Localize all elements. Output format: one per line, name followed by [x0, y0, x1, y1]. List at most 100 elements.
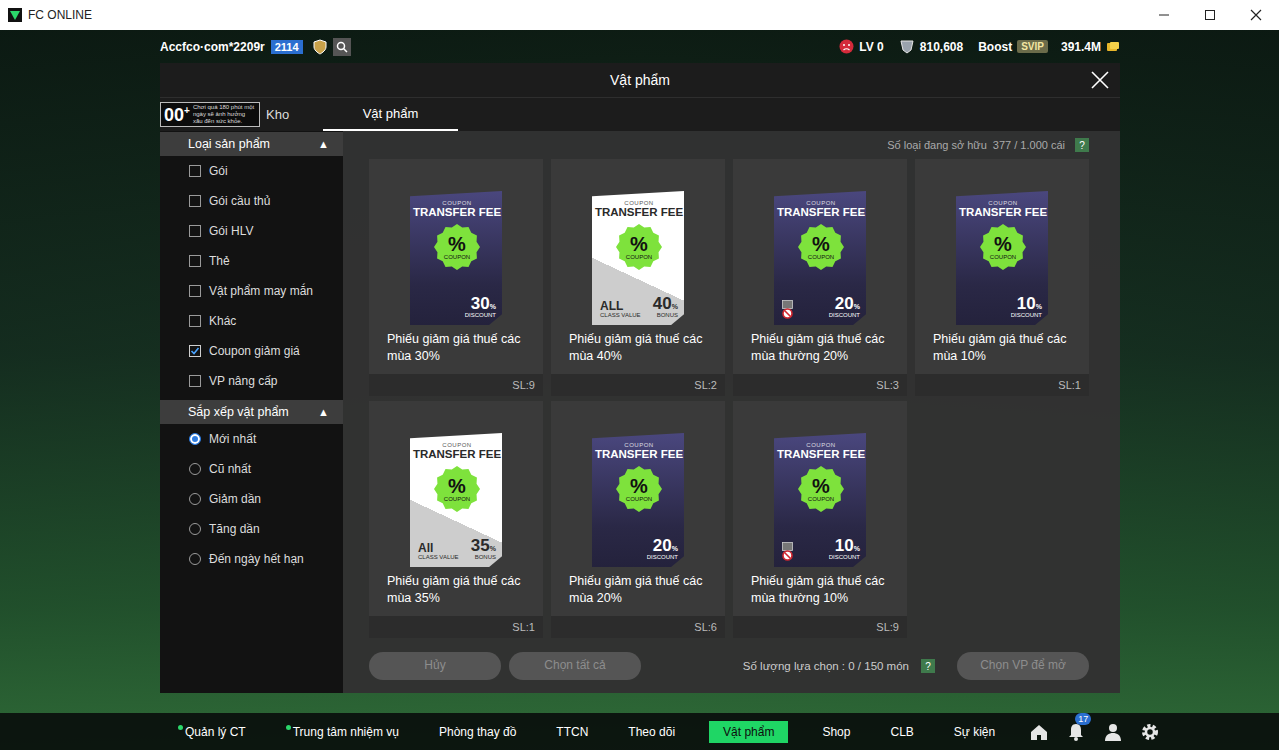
checkbox[interactable]: [189, 195, 201, 207]
coupon-card: COUPONTRANSFER FEE%COUPON10%DISCOUNT: [774, 433, 866, 567]
help-button[interactable]: ?: [921, 659, 935, 673]
checkbox[interactable]: [189, 255, 201, 267]
section-header[interactable]: Loại sản phẩm▲: [160, 132, 343, 156]
item-quantity: SL:9: [369, 374, 543, 396]
minimize-button[interactable]: [1141, 0, 1187, 30]
item-card[interactable]: COUPONTRANSFER FEE%COUPON10%DISCOUNTPhiế…: [733, 401, 907, 638]
checkbox[interactable]: [189, 345, 201, 357]
nav-item[interactable]: CLB: [884, 722, 919, 742]
filter-option[interactable]: Tăng dần: [160, 514, 343, 544]
nav-item[interactable]: Quản lý CT: [172, 722, 252, 742]
filter-section: Loại sản phẩm▲GóiGói cầu thủGói HLVThẻVậ…: [160, 132, 343, 396]
help-button[interactable]: ?: [1075, 138, 1089, 152]
filter-option[interactable]: Khác: [160, 306, 343, 336]
home-icon[interactable]: [1029, 722, 1049, 742]
title-bar: FC ONLINE: [0, 0, 1279, 30]
profile-icon[interactable]: [1103, 722, 1123, 742]
item-card[interactable]: COUPONTRANSFER FEE%COUPON20%DISCOUNTPhiế…: [551, 401, 725, 638]
item-quantity: SL:1: [369, 616, 543, 638]
radio-button[interactable]: [189, 523, 201, 535]
close-window-button[interactable]: [1233, 0, 1279, 30]
points-label: 810,608: [920, 40, 963, 54]
checkbox[interactable]: [189, 375, 201, 387]
filter-option[interactable]: Giảm dần: [160, 484, 343, 514]
tab[interactable]: Vật phẩm: [323, 98, 458, 131]
open-button[interactable]: Chọn VP để mở: [957, 652, 1089, 680]
tab[interactable]: Kho: [266, 107, 289, 122]
modal-header: Vật phẩm: [160, 63, 1120, 98]
filter-option[interactable]: Gói cầu thủ: [160, 186, 343, 216]
checkbox[interactable]: [189, 225, 201, 237]
inventory-count: 377 / 1.000 cái: [993, 139, 1065, 151]
nav-item[interactable]: Sự kiện: [948, 722, 1001, 742]
maximize-button[interactable]: [1187, 0, 1233, 30]
item-card[interactable]: COUPONTRANSFER FEE%COUPON30%DISCOUNTPhiế…: [369, 159, 543, 396]
checkbox[interactable]: [189, 315, 201, 327]
checkbox[interactable]: [189, 165, 201, 177]
radio-button[interactable]: [189, 463, 201, 475]
settings-icon[interactable]: [1140, 722, 1160, 742]
age-text: Chơi quá 180 phút một ngày sẽ ảnh hưởng …: [193, 104, 256, 125]
section-header[interactable]: Sắp xếp vật phẩm▲: [160, 400, 343, 424]
filter-option[interactable]: Cũ nhất: [160, 454, 343, 484]
action-button[interactable]: Chọn tất cả: [509, 652, 641, 680]
action-bar: Hủy Chọn tất cả Số lượng lựa chọn : 0 / 15…: [369, 638, 1089, 694]
coupon-badge: %COUPON: [616, 466, 662, 512]
restricted-icon: [782, 542, 793, 561]
coupon-badge: %COUPON: [798, 466, 844, 512]
radio-button[interactable]: [189, 553, 201, 565]
nav-item[interactable]: TTCN: [550, 722, 594, 742]
filter-option[interactable]: Đến ngày hết hạn: [160, 544, 343, 574]
restricted-icon: [782, 300, 793, 319]
coupon-badge: %COUPON: [434, 224, 480, 270]
filter-option[interactable]: Vật phẩm may mắn: [160, 276, 343, 306]
tab-bar: 00+Chơi quá 180 phút một ngày sẽ ảnh hưở…: [160, 98, 1120, 131]
coupon-badge: %COUPON: [980, 224, 1026, 270]
coupon-art: COUPONTRANSFER FEE%COUPON20%DISCOUNT: [733, 159, 907, 325]
item-card[interactable]: COUPONTRANSFER FEE%COUPON10%DISCOUNTPhiế…: [915, 159, 1089, 396]
filter-option[interactable]: Gói HLV: [160, 216, 343, 246]
selection-count: Số lượng lựa chọn : 0 / 150 món: [743, 660, 909, 672]
filter-option[interactable]: Mới nhất: [160, 424, 343, 454]
notification-button[interactable]: 17: [1066, 722, 1086, 742]
item-quantity: SL:6: [551, 616, 725, 638]
item-quantity: SL:9: [733, 616, 907, 638]
filter-option[interactable]: VP nâng cấp: [160, 366, 343, 396]
action-button[interactable]: Hủy: [369, 652, 501, 680]
nav-item[interactable]: Phòng thay đồ: [433, 722, 522, 742]
search-button[interactable]: [333, 38, 351, 56]
item-card[interactable]: COUPONTRANSFER FEE%COUPONALLCLASS VALUE4…: [551, 159, 725, 396]
item-card[interactable]: COUPONTRANSFER FEE%COUPONAllCLASS VALUE3…: [369, 401, 543, 638]
filter-option[interactable]: Coupon giảm giá: [160, 336, 343, 366]
bell-icon: [1066, 722, 1086, 742]
game-area: Accfco·com*2209r2114LV 0810,608BoostSVIP…: [0, 30, 1279, 750]
nav-item[interactable]: Vật phẩm: [709, 721, 788, 743]
item-quantity: SL:3: [733, 374, 907, 396]
item-name: Phiếu giảm giá thuế các mùa 40%: [551, 325, 725, 374]
radio-button[interactable]: [189, 433, 201, 445]
coupon-card: COUPONTRANSFER FEE%COUPON30%DISCOUNT: [410, 191, 502, 325]
close-icon: [1090, 70, 1110, 90]
nav-item[interactable]: Trung tâm nhiệm vụ: [280, 722, 405, 742]
nav-item[interactable]: Shop: [816, 722, 856, 742]
item-name: Phiếu giảm giá thuế các mùa 30%: [369, 325, 543, 374]
boost-label: Boost: [978, 40, 1012, 54]
nav-icons: 17: [1029, 722, 1160, 742]
bottom-nav: Quản lý CT Trung tâm nhiệm vụ Phòng thay đ…: [0, 713, 1279, 750]
radio-button[interactable]: [189, 493, 201, 505]
nav-item[interactable]: Theo dõi: [622, 722, 681, 742]
filter-option[interactable]: Thẻ: [160, 246, 343, 276]
filter-section: Sắp xếp vật phẩm▲Mới nhấtCũ nhấtGiảm dần…: [160, 400, 343, 574]
close-button[interactable]: [1080, 70, 1120, 90]
modal-title: Vật phẩm: [200, 72, 1080, 88]
window-title: FC ONLINE: [28, 8, 92, 22]
check-icon: [190, 346, 200, 356]
item-card[interactable]: COUPONTRANSFER FEE%COUPON20%DISCOUNTPhiế…: [733, 159, 907, 396]
item-quantity: SL:2: [551, 374, 725, 396]
notification-badge: 17: [1075, 713, 1091, 725]
filter-option[interactable]: Gói: [160, 156, 343, 186]
top-bar: Accfco·com*2209r2114LV 0810,608BoostSVIP…: [0, 30, 1279, 63]
coupon-art: COUPONTRANSFER FEE%COUPON10%DISCOUNT: [915, 159, 1089, 325]
currency-bar: LV 0810,608BoostSVIP391.4M: [839, 39, 1120, 54]
checkbox[interactable]: [189, 285, 201, 297]
